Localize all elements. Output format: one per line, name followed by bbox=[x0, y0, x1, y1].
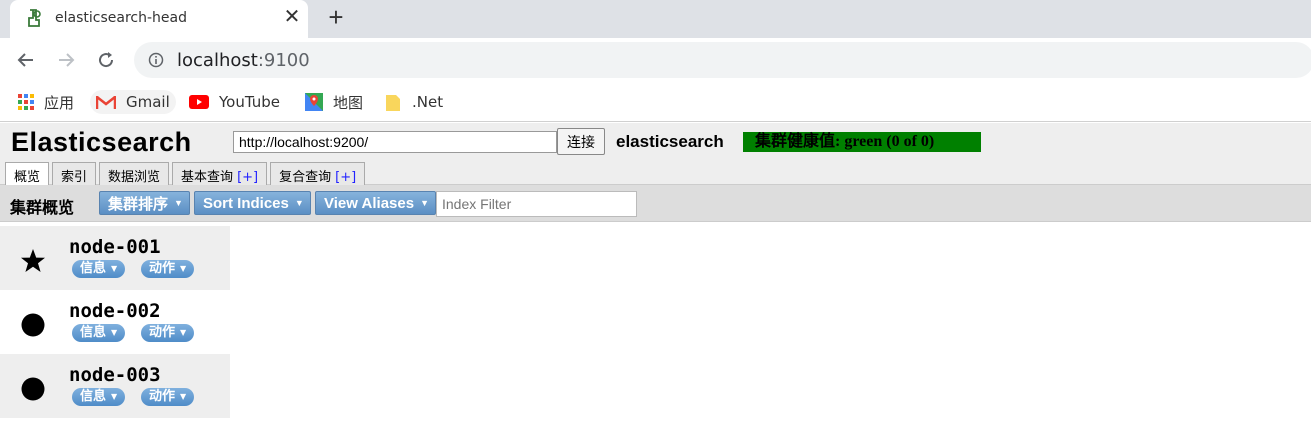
browser-tabstrip: elasticsearch-head ✕ + bbox=[0, 0, 1311, 38]
star-icon bbox=[20, 248, 46, 274]
caret-down-icon: ▼ bbox=[111, 264, 118, 273]
bookmarks-bar: 应用 Gmail YouTube 地图 .Net bbox=[0, 82, 1311, 122]
tab-plus[interactable]: [+] bbox=[237, 170, 258, 185]
bookmark-label: 应用 bbox=[44, 93, 75, 112]
browser-toolbar: localhost:9100 bbox=[0, 38, 1311, 82]
info-icon[interactable] bbox=[148, 52, 164, 73]
caret-down-icon: ▼ bbox=[180, 264, 187, 273]
bookmark-youtube[interactable]: YouTube bbox=[189, 90, 280, 114]
overview-title: 集群概览 bbox=[10, 198, 75, 217]
tab-label: 数据浏览 bbox=[108, 170, 161, 185]
node-action-button[interactable]: 动作 ▼ bbox=[141, 260, 195, 278]
node-action-button[interactable]: 动作 ▼ bbox=[141, 324, 195, 342]
tab-basic-query[interactable]: 基本查询 [+] bbox=[172, 162, 268, 185]
node-name: node-001 bbox=[69, 236, 161, 258]
caret-down-icon: ▼ bbox=[420, 198, 429, 208]
page-tabs: 概览 索引 数据浏览 基本查询 [+] 复合查询 [+] bbox=[5, 162, 368, 186]
browser-tab[interactable]: elasticsearch-head ✕ bbox=[10, 0, 308, 38]
cluster-health-badge: 集群健康值: green (0 of 0) bbox=[743, 132, 981, 152]
tab-label: 复合查询 bbox=[279, 170, 332, 185]
bookmark-label: .Net bbox=[412, 93, 444, 111]
caret-down-icon: ▼ bbox=[111, 328, 118, 337]
connect-button[interactable]: 连接 bbox=[557, 128, 605, 155]
node-action-button[interactable]: 动作 ▼ bbox=[141, 388, 195, 406]
node-info-button[interactable]: 信息 ▼ bbox=[72, 260, 126, 278]
tab-overview[interactable]: 概览 bbox=[5, 162, 50, 186]
back-arrow-icon[interactable] bbox=[12, 46, 40, 74]
url-text: localhost:9100 bbox=[177, 50, 310, 71]
tab-browser[interactable]: 数据浏览 bbox=[99, 162, 170, 185]
close-tab-icon[interactable]: ✕ bbox=[280, 6, 304, 30]
youtube-icon bbox=[189, 95, 209, 109]
reload-icon[interactable] bbox=[92, 46, 120, 74]
forward-arrow-icon[interactable] bbox=[52, 46, 80, 74]
new-tab-icon[interactable]: + bbox=[322, 4, 350, 32]
bookmark-label: 地图 bbox=[333, 93, 364, 112]
button-label: 集群排序 bbox=[108, 195, 169, 213]
tab-compound-query[interactable]: 复合查询 [+] bbox=[270, 162, 366, 185]
browser-tab-title: elasticsearch-head bbox=[55, 10, 187, 26]
bookmark-label: Gmail bbox=[126, 93, 170, 111]
tab-indices[interactable]: 索引 bbox=[52, 162, 97, 185]
bookmark-apps[interactable]: 应用 bbox=[18, 90, 74, 114]
button-label: 信息 bbox=[80, 261, 107, 276]
app-title: Elasticsearch bbox=[11, 127, 192, 157]
circle-icon bbox=[20, 376, 46, 402]
sort-indices-button[interactable]: Sort Indices ▼ bbox=[194, 191, 311, 215]
index-filter-input[interactable] bbox=[436, 191, 637, 217]
caret-down-icon: ▼ bbox=[180, 328, 187, 337]
button-label: Sort Indices bbox=[203, 194, 289, 212]
node-info-button[interactable]: 信息 ▼ bbox=[72, 388, 126, 406]
folder-icon bbox=[386, 93, 402, 111]
node-name: node-003 bbox=[69, 364, 161, 386]
overview-toolbar: 集群概览 集群排序 ▼ Sort Indices ▼ View Aliases ▼ bbox=[0, 185, 1311, 222]
button-label: 动作 bbox=[149, 325, 176, 340]
button-label: View Aliases bbox=[324, 194, 415, 212]
caret-down-icon: ▼ bbox=[174, 198, 183, 208]
caret-down-icon: ▼ bbox=[111, 392, 118, 401]
bookmark-dotnet[interactable]: .Net bbox=[386, 90, 443, 114]
node-row: node-003 信息 ▼ 动作 ▼ bbox=[0, 354, 230, 418]
maps-icon bbox=[305, 93, 323, 111]
node-info-button[interactable]: 信息 ▼ bbox=[72, 324, 126, 342]
tab-label: 概览 bbox=[14, 170, 41, 185]
button-label: 动作 bbox=[149, 261, 176, 276]
tab-label: 基本查询 bbox=[181, 170, 234, 185]
bookmark-label: YouTube bbox=[219, 93, 280, 111]
cluster-name: elasticsearch bbox=[616, 132, 724, 151]
gmail-icon bbox=[96, 95, 116, 110]
node-name: node-002 bbox=[69, 300, 161, 322]
elasticsearch-head-favicon-icon bbox=[25, 8, 43, 28]
tab-plus[interactable]: [+] bbox=[335, 170, 356, 185]
button-label: 信息 bbox=[80, 325, 107, 340]
sort-cluster-button[interactable]: 集群排序 ▼ bbox=[99, 191, 190, 215]
caret-down-icon: ▼ bbox=[180, 392, 187, 401]
caret-down-icon: ▼ bbox=[294, 198, 304, 208]
view-aliases-button[interactable]: View Aliases ▼ bbox=[315, 191, 436, 215]
bookmark-maps[interactable]: 地图 bbox=[305, 90, 363, 114]
node-row: node-002 信息 ▼ 动作 ▼ bbox=[0, 290, 230, 354]
node-row: node-001 信息 ▼ 动作 ▼ bbox=[0, 226, 230, 290]
circle-icon bbox=[20, 312, 46, 338]
bookmark-gmail[interactable]: Gmail bbox=[90, 90, 176, 114]
address-bar[interactable]: localhost:9100 bbox=[134, 42, 1311, 78]
tab-label: 索引 bbox=[61, 170, 88, 185]
button-label: 信息 bbox=[80, 389, 107, 404]
button-label: 动作 bbox=[149, 389, 176, 404]
apps-grid-icon bbox=[18, 94, 34, 110]
cluster-uri-input[interactable] bbox=[233, 131, 557, 153]
